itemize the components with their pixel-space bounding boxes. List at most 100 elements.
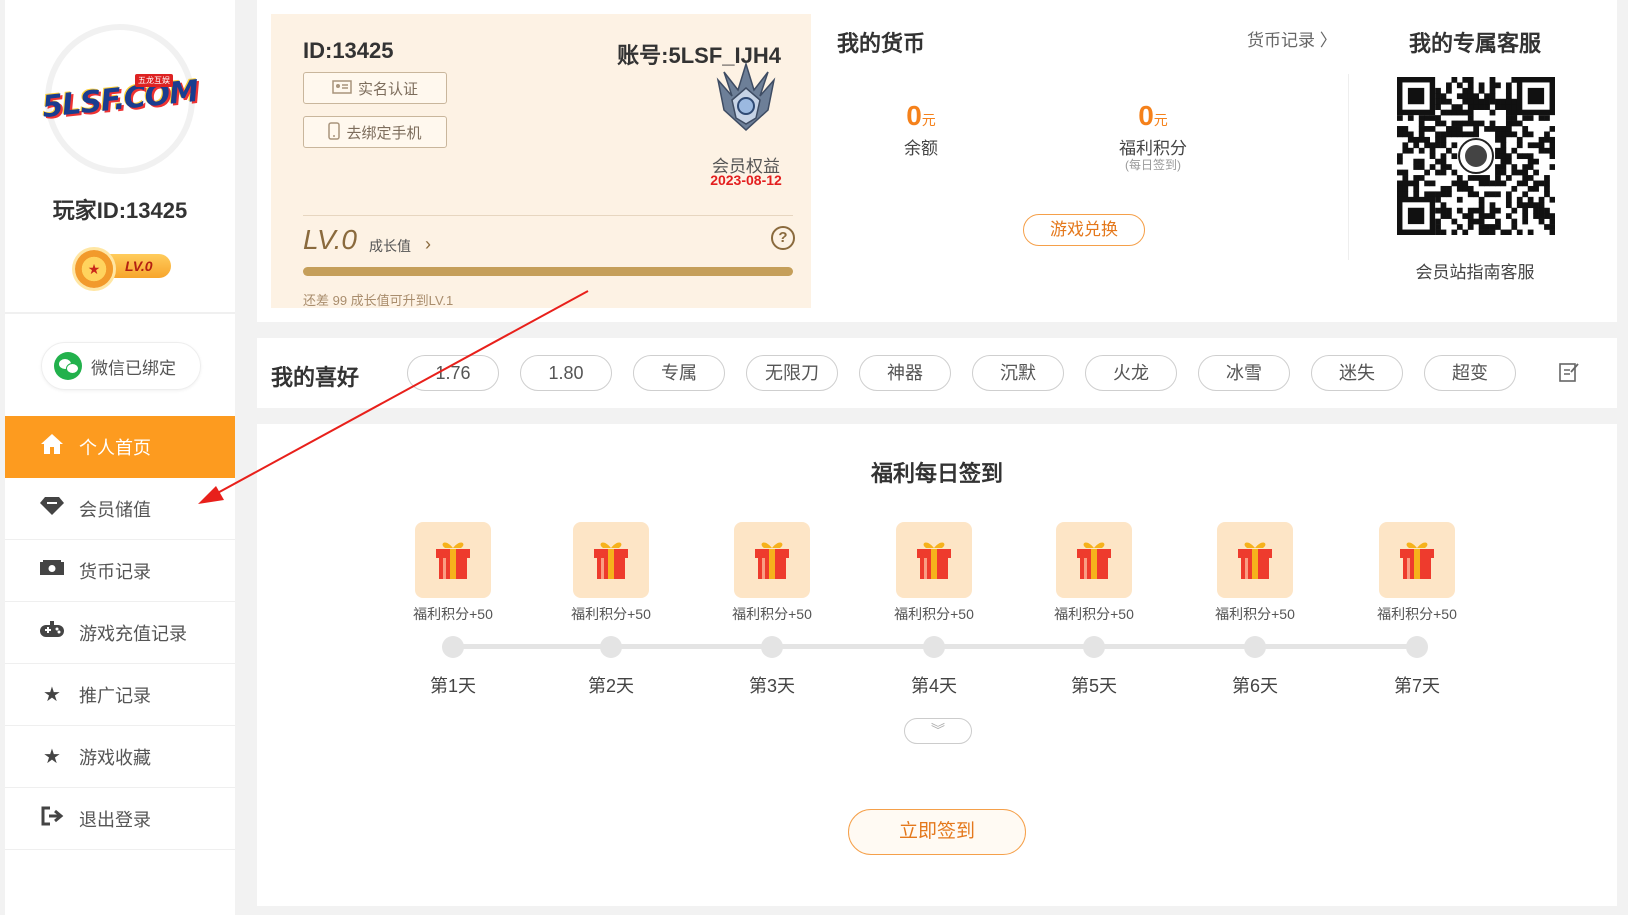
balance-value: 0 — [906, 100, 922, 131]
diamond-icon — [39, 496, 65, 522]
balance-label: 余额 — [904, 139, 938, 158]
signin-reward-label: 福利积分+50 — [413, 606, 493, 622]
sidebar-item-logout[interactable]: 退出登录 — [5, 788, 235, 850]
hobby-tag[interactable]: 神器 — [859, 355, 951, 391]
logo-text: 5LSF.COM — [40, 73, 200, 125]
member-level: LV.0 — [303, 224, 357, 255]
signin-days: 福利积分+50 第1天 福利积分+50 第2天 福利积分+50 第3天 福利积分+50 第4天… — [257, 424, 1617, 724]
star-icon: ★ — [43, 684, 61, 706]
points-unit: 元 — [1153, 112, 1168, 128]
money-icon — [39, 559, 65, 583]
hobby-tag[interactable]: 沉默 — [972, 355, 1064, 391]
id-card-icon — [332, 79, 352, 97]
points-value-row: 0元 — [1073, 100, 1233, 132]
signin-day-reward: 福利积分+50 — [1185, 522, 1325, 624]
sidebar-item-game-recharge-record[interactable]: 游戏充值记录 — [5, 602, 235, 664]
signin-day-label: 第7天 — [1393, 676, 1440, 696]
daily-signin-card: 福利每日签到 福利积分+50 第1天 福利积分+50 第2天 福利积分+50 第3天 福利积… — [257, 424, 1617, 906]
phone-icon — [328, 121, 341, 143]
signin-day-dot — [1244, 636, 1266, 658]
gift-icon — [415, 522, 491, 598]
player-id: 玩家ID:13425 — [52, 198, 188, 223]
site-logo[interactable]: 5LSF.COM 五龙互娱 — [40, 24, 200, 174]
bind-phone-label: 去绑定手机 — [346, 124, 422, 142]
signin-now-button[interactable]: 立即签到 — [848, 809, 1026, 855]
logo-subtitle: 五龙互娱 — [135, 74, 173, 87]
service-qr-code — [1397, 77, 1556, 236]
account-overview-card: ID:13425 账号:5LSF_IJH4 实名认证 去绑定手机 会员权益 20… — [257, 0, 1617, 322]
gamepad-icon — [39, 620, 65, 645]
signin-day-label: 第3天 — [748, 676, 795, 696]
level-star-icon: ★ — [75, 250, 113, 288]
growth-value-link[interactable]: 成长值 — [369, 236, 411, 256]
sidebar-item-game-favorites[interactable]: ★ 游戏收藏 — [5, 726, 235, 788]
signin-day-dot — [761, 636, 783, 658]
currency-title: 我的货币 — [837, 31, 926, 56]
growth-progress-bar — [303, 267, 793, 276]
sidebar-item-label: 退出登录 — [79, 809, 151, 830]
signin-day-label: 第2天 — [587, 676, 634, 696]
chevron-right-icon[interactable]: › — [425, 234, 431, 255]
points-value: 0 — [1138, 100, 1154, 131]
sidebar-divider — [5, 312, 235, 314]
gift-icon — [573, 522, 649, 598]
sidebar: 5LSF.COM 五龙互娱 玩家ID:13425 LV.0 ★ 微信已绑定 个人… — [5, 0, 235, 915]
sidebar-item-promotion-record[interactable]: ★ 推广记录 — [5, 664, 235, 726]
hobby-tag[interactable]: 无限刀 — [746, 355, 838, 391]
sidebar-item-currency-record[interactable]: 货币记录 — [5, 540, 235, 602]
signin-day-reward: 福利积分+50 — [383, 522, 523, 624]
sidebar-item-label: 游戏收藏 — [79, 747, 151, 768]
expand-button[interactable]: ︾ — [904, 718, 972, 744]
wechat-bound-button[interactable]: 微信已绑定 — [41, 342, 201, 390]
service-label: 会员站指南客服 — [1415, 263, 1535, 282]
realname-verify-button[interactable]: 实名认证 — [303, 72, 447, 104]
signin-day-label: 第1天 — [429, 676, 476, 696]
sidebar-item-member-recharge[interactable]: 会员储值 — [5, 478, 235, 540]
hobby-title: 我的喜好 — [271, 365, 360, 390]
gift-icon — [896, 522, 972, 598]
chevron-right-icon: 〉 — [1319, 31, 1337, 50]
hobby-tag[interactable]: 冰雪 — [1198, 355, 1290, 391]
signin-day-dot — [1406, 636, 1428, 658]
currency-record-link[interactable]: 货币记录 〉 — [1247, 26, 1337, 51]
signin-reward-label: 福利积分+50 — [894, 606, 974, 622]
signin-reward-label: 福利积分+50 — [1377, 606, 1457, 622]
hobby-tag[interactable]: 专属 — [633, 355, 725, 391]
signin-day-dot — [600, 636, 622, 658]
signin-day-dot — [442, 636, 464, 658]
sidebar-item-home[interactable]: 个人首页 — [5, 416, 235, 478]
home-icon — [39, 433, 65, 461]
chevron-double-down-icon: ︾ — [931, 722, 945, 738]
gift-icon — [734, 522, 810, 598]
hobby-card: 我的喜好 1.76 1.80 专属 无限刀 神器 沉默 火龙 冰雪 迷失 超变 — [257, 338, 1617, 408]
hobby-tags: 1.76 1.80 专属 无限刀 神器 沉默 火龙 冰雪 迷失 超变 — [407, 355, 1537, 391]
signin-day-reward: 福利积分+50 — [864, 522, 1004, 624]
game-exchange-button[interactable]: 游戏兑换 — [1023, 214, 1145, 246]
hobby-tag[interactable]: 迷失 — [1311, 355, 1403, 391]
balance-value-row: 0元 — [841, 100, 1001, 132]
edit-icon[interactable] — [1559, 361, 1579, 383]
bind-phone-button[interactable]: 去绑定手机 — [303, 116, 447, 148]
member-divider — [303, 215, 793, 216]
member-info-panel: ID:13425 账号:5LSF_IJH4 实名认证 去绑定手机 会员权益 20… — [271, 14, 811, 308]
wechat-label: 微信已绑定 — [91, 358, 176, 378]
hobby-tag[interactable]: 1.80 — [520, 355, 612, 391]
vertical-divider — [1348, 74, 1349, 260]
level-badge: LV.0 ★ — [75, 250, 171, 288]
gift-icon — [1217, 522, 1293, 598]
hobby-tag[interactable]: 超变 — [1424, 355, 1516, 391]
signin-day-dot — [923, 636, 945, 658]
hobby-tag[interactable]: 火龙 — [1085, 355, 1177, 391]
balance-unit: 元 — [921, 112, 936, 128]
help-icon[interactable]: ? — [771, 226, 795, 250]
signin-day-reward: 福利积分+50 — [541, 522, 681, 624]
sidebar-item-label: 会员储值 — [79, 499, 151, 520]
points-label: 福利积分 — [1119, 139, 1187, 158]
signin-day-reward: 福利积分+50 — [1347, 522, 1487, 624]
signin-day-reward: 福利积分+50 — [1024, 522, 1164, 624]
signin-reward-label: 福利积分+50 — [732, 606, 812, 622]
gift-icon — [1056, 522, 1132, 598]
signin-reward-label: 福利积分+50 — [1215, 606, 1295, 622]
signin-reward-label: 福利积分+50 — [571, 606, 651, 622]
hobby-tag[interactable]: 1.76 — [407, 355, 499, 391]
